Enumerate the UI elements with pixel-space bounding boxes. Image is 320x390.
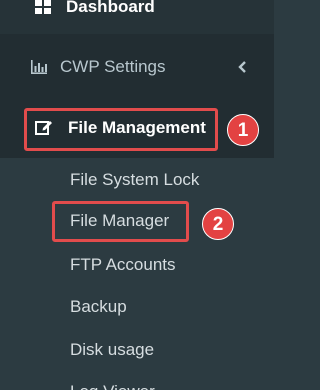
step-badge-2: 2 [202, 208, 234, 240]
highlight-box-file-manager [52, 201, 189, 242]
chevron-left-icon [238, 61, 246, 73]
highlight-box-file-management [24, 108, 218, 151]
sidebar-item-cwp-settings[interactable]: CWP Settings [0, 34, 274, 98]
sidebar-item-dashboard[interactable]: Dashboard [0, 0, 274, 34]
step-badge-1: 1 [227, 114, 259, 146]
submenu-item-ftp-accounts[interactable]: FTP Accounts [70, 255, 176, 275]
submenu-item-log-viewer[interactable]: Log Viewer [70, 382, 155, 390]
submenu-item-file-system-lock[interactable]: File System Lock [70, 170, 199, 190]
dashboard-grid-icon [35, 0, 51, 14]
bar-chart-icon [31, 60, 47, 74]
sidebar-item-label: CWP Settings [60, 57, 166, 76]
sidebar-item-label: Dashboard [66, 0, 155, 16]
submenu-item-disk-usage[interactable]: Disk usage [70, 340, 154, 360]
sidebar: Dashboard CWP Settings File Management 1… [0, 0, 274, 390]
submenu-item-backup[interactable]: Backup [70, 297, 127, 317]
